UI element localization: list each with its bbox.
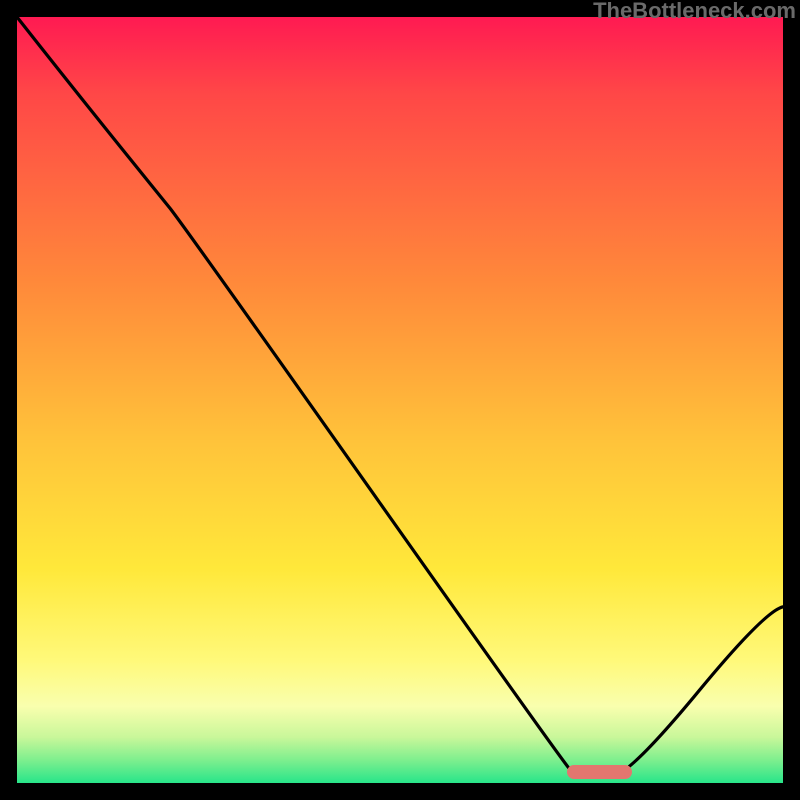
optimal-range-marker — [567, 765, 632, 779]
watermark-text: TheBottleneck.com — [593, 0, 796, 24]
bottleneck-curve — [17, 17, 783, 783]
chart-frame — [17, 17, 783, 783]
